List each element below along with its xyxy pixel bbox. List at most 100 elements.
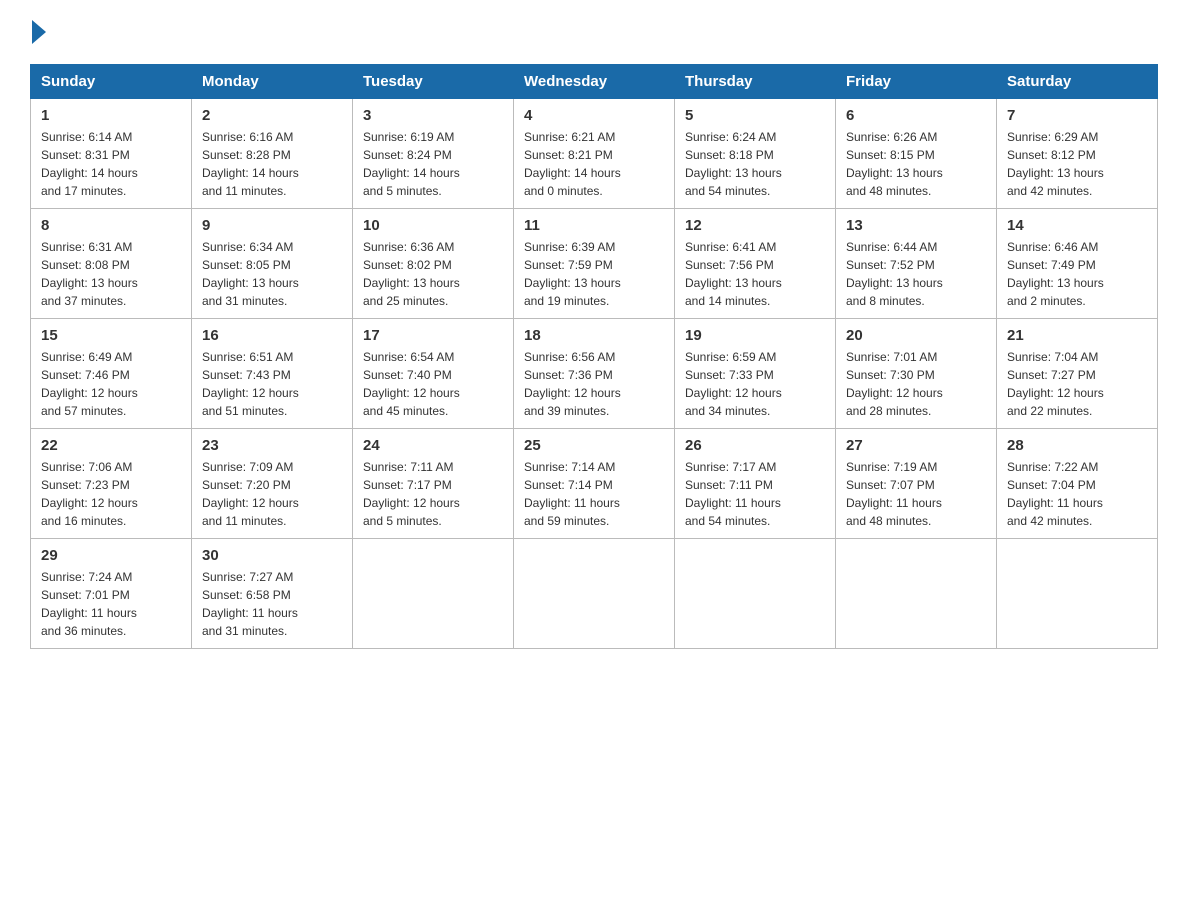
day-info: Sunrise: 6:51 AMSunset: 7:43 PMDaylight:… [202, 348, 342, 420]
calendar-cell: 3 Sunrise: 6:19 AMSunset: 8:24 PMDaylight… [353, 99, 514, 209]
calendar-cell: 28 Sunrise: 7:22 AMSunset: 7:04 PMDayligh… [997, 429, 1158, 539]
col-header-tuesday: Tuesday [353, 65, 514, 99]
calendar-cell [997, 539, 1158, 649]
calendar-cell: 24 Sunrise: 7:11 AMSunset: 7:17 PMDayligh… [353, 429, 514, 539]
col-header-sunday: Sunday [31, 65, 192, 99]
day-number: 11 [524, 217, 664, 234]
day-info: Sunrise: 7:14 AMSunset: 7:14 PMDaylight:… [524, 458, 664, 530]
day-number: 16 [202, 327, 342, 344]
day-number: 24 [363, 437, 503, 454]
calendar-week-row: 29 Sunrise: 7:24 AMSunset: 7:01 PMDayligh… [31, 539, 1158, 649]
calendar-week-row: 1 Sunrise: 6:14 AMSunset: 8:31 PMDaylight… [31, 99, 1158, 209]
day-info: Sunrise: 7:06 AMSunset: 7:23 PMDaylight:… [41, 458, 181, 530]
col-header-saturday: Saturday [997, 65, 1158, 99]
calendar-cell: 20 Sunrise: 7:01 AMSunset: 7:30 PMDayligh… [836, 319, 997, 429]
day-info: Sunrise: 7:04 AMSunset: 7:27 PMDaylight:… [1007, 348, 1147, 420]
calendar-cell: 6Sunrise: 6:26 AMSunset: 8:15 PMDaylight… [836, 99, 997, 209]
day-number: 12 [685, 217, 825, 234]
day-number: 13 [846, 217, 986, 234]
day-number: 23 [202, 437, 342, 454]
calendar-cell [514, 539, 675, 649]
calendar-table: SundayMondayTuesdayWednesdayThursdayFrid… [30, 64, 1158, 649]
day-number: 8 [41, 217, 181, 234]
day-info: Sunrise: 6:29 AMSunset: 8:12 PMDaylight:… [1007, 128, 1147, 200]
calendar-cell: 12 Sunrise: 6:41 AMSunset: 7:56 PMDayligh… [675, 209, 836, 319]
day-number: 27 [846, 437, 986, 454]
calendar-cell: 9Sunrise: 6:34 AMSunset: 8:05 PMDaylight… [192, 209, 353, 319]
logo-arrow-icon [32, 20, 46, 44]
day-number: 7 [1007, 107, 1147, 124]
col-header-wednesday: Wednesday [514, 65, 675, 99]
day-info: Sunrise: 7:09 AMSunset: 7:20 PMDaylight:… [202, 458, 342, 530]
day-info: Sunrise: 6:54 AMSunset: 7:40 PMDaylight:… [363, 348, 503, 420]
calendar-cell: 13 Sunrise: 6:44 AMSunset: 7:52 PMDayligh… [836, 209, 997, 319]
day-info: Sunrise: 7:27 AMSunset: 6:58 PMDaylight:… [202, 568, 342, 640]
calendar-cell: 2 Sunrise: 6:16 AMSunset: 8:28 PMDaylight… [192, 99, 353, 209]
day-number: 6 [846, 107, 986, 124]
day-info: Sunrise: 6:16 AMSunset: 8:28 PMDaylight:… [202, 128, 342, 200]
calendar-cell: 26Sunrise: 7:17 AMSunset: 7:11 PMDayligh… [675, 429, 836, 539]
calendar-cell [353, 539, 514, 649]
calendar-cell: 29 Sunrise: 7:24 AMSunset: 7:01 PMDayligh… [31, 539, 192, 649]
day-info: Sunrise: 7:19 AMSunset: 7:07 PMDaylight:… [846, 458, 986, 530]
calendar-cell: 8 Sunrise: 6:31 AMSunset: 8:08 PMDaylight… [31, 209, 192, 319]
calendar-cell: 30 Sunrise: 7:27 AMSunset: 6:58 PMDayligh… [192, 539, 353, 649]
day-info: Sunrise: 6:24 AMSunset: 8:18 PMDaylight:… [685, 128, 825, 200]
day-info: Sunrise: 6:41 AMSunset: 7:56 PMDaylight:… [685, 238, 825, 310]
day-number: 1 [41, 107, 181, 124]
calendar-cell: 22 Sunrise: 7:06 AMSunset: 7:23 PMDayligh… [31, 429, 192, 539]
day-number: 5 [685, 107, 825, 124]
calendar-cell: 15 Sunrise: 6:49 AMSunset: 7:46 PMDayligh… [31, 319, 192, 429]
calendar-cell: 23 Sunrise: 7:09 AMSunset: 7:20 PMDayligh… [192, 429, 353, 539]
day-info: Sunrise: 6:34 AMSunset: 8:05 PMDaylight:… [202, 238, 342, 310]
day-number: 20 [846, 327, 986, 344]
day-info: Sunrise: 6:49 AMSunset: 7:46 PMDaylight:… [41, 348, 181, 420]
day-number: 29 [41, 547, 181, 564]
day-info: Sunrise: 6:44 AMSunset: 7:52 PMDaylight:… [846, 238, 986, 310]
day-info: Sunrise: 7:01 AMSunset: 7:30 PMDaylight:… [846, 348, 986, 420]
day-info: Sunrise: 6:39 AMSunset: 7:59 PMDaylight:… [524, 238, 664, 310]
calendar-cell: 16 Sunrise: 6:51 AMSunset: 7:43 PMDayligh… [192, 319, 353, 429]
day-number: 30 [202, 547, 342, 564]
calendar-cell [836, 539, 997, 649]
calendar-cell: 11 Sunrise: 6:39 AMSunset: 7:59 PMDayligh… [514, 209, 675, 319]
day-number: 25 [524, 437, 664, 454]
calendar-week-row: 22 Sunrise: 7:06 AMSunset: 7:23 PMDayligh… [31, 429, 1158, 539]
day-number: 3 [363, 107, 503, 124]
day-info: Sunrise: 6:46 AMSunset: 7:49 PMDaylight:… [1007, 238, 1147, 310]
calendar-cell: 7 Sunrise: 6:29 AMSunset: 8:12 PMDaylight… [997, 99, 1158, 209]
day-info: Sunrise: 7:11 AMSunset: 7:17 PMDaylight:… [363, 458, 503, 530]
day-number: 10 [363, 217, 503, 234]
col-header-friday: Friday [836, 65, 997, 99]
day-number: 15 [41, 327, 181, 344]
day-number: 19 [685, 327, 825, 344]
day-number: 21 [1007, 327, 1147, 344]
day-number: 2 [202, 107, 342, 124]
calendar-cell: 4 Sunrise: 6:21 AMSunset: 8:21 PMDaylight… [514, 99, 675, 209]
day-number: 22 [41, 437, 181, 454]
day-info: Sunrise: 6:21 AMSunset: 8:21 PMDaylight:… [524, 128, 664, 200]
calendar-cell: 14Sunrise: 6:46 AMSunset: 7:49 PMDayligh… [997, 209, 1158, 319]
calendar-header-row: SundayMondayTuesdayWednesdayThursdayFrid… [31, 65, 1158, 99]
day-number: 4 [524, 107, 664, 124]
calendar-cell: 21 Sunrise: 7:04 AMSunset: 7:27 PMDayligh… [997, 319, 1158, 429]
col-header-monday: Monday [192, 65, 353, 99]
calendar-cell: 25 Sunrise: 7:14 AMSunset: 7:14 PMDayligh… [514, 429, 675, 539]
day-info: Sunrise: 6:31 AMSunset: 8:08 PMDaylight:… [41, 238, 181, 310]
day-info: Sunrise: 7:22 AMSunset: 7:04 PMDaylight:… [1007, 458, 1147, 530]
calendar-week-row: 15 Sunrise: 6:49 AMSunset: 7:46 PMDayligh… [31, 319, 1158, 429]
day-info: Sunrise: 6:36 AMSunset: 8:02 PMDaylight:… [363, 238, 503, 310]
calendar-cell: 17Sunrise: 6:54 AMSunset: 7:40 PMDayligh… [353, 319, 514, 429]
calendar-cell: 5 Sunrise: 6:24 AMSunset: 8:18 PMDaylight… [675, 99, 836, 209]
col-header-thursday: Thursday [675, 65, 836, 99]
calendar-cell: 1 Sunrise: 6:14 AMSunset: 8:31 PMDaylight… [31, 99, 192, 209]
page-header [30, 20, 1158, 44]
calendar-week-row: 8 Sunrise: 6:31 AMSunset: 8:08 PMDaylight… [31, 209, 1158, 319]
calendar-cell: 19Sunrise: 6:59 AMSunset: 7:33 PMDayligh… [675, 319, 836, 429]
day-number: 28 [1007, 437, 1147, 454]
day-info: Sunrise: 6:19 AMSunset: 8:24 PMDaylight:… [363, 128, 503, 200]
day-number: 18 [524, 327, 664, 344]
day-info: Sunrise: 6:56 AMSunset: 7:36 PMDaylight:… [524, 348, 664, 420]
day-info: Sunrise: 6:14 AMSunset: 8:31 PMDaylight:… [41, 128, 181, 200]
day-info: Sunrise: 7:24 AMSunset: 7:01 PMDaylight:… [41, 568, 181, 640]
